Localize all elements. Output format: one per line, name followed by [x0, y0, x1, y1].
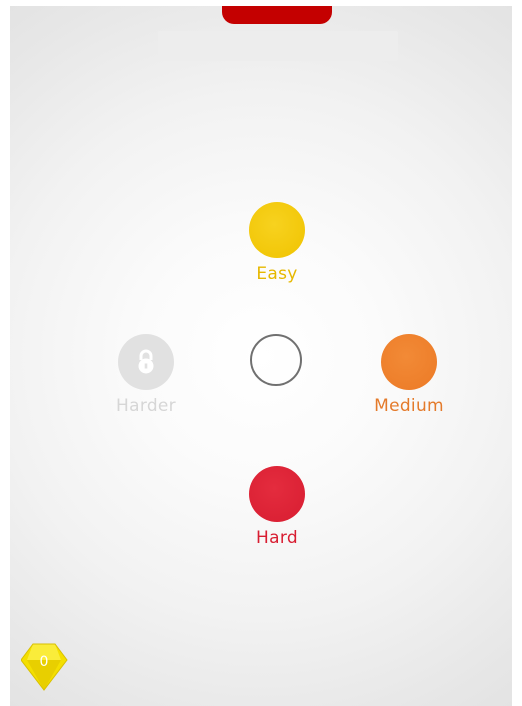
- harder-mode-label: Harder: [116, 396, 176, 416]
- medium-mode-label[interactable]: Medium: [349, 396, 469, 416]
- medium-mode-button[interactable]: [381, 334, 437, 390]
- top-tab[interactable]: [222, 6, 332, 24]
- gem-count: 0: [39, 654, 49, 670]
- game-screen: Easy Harder Medium Hard 0: [0, 0, 522, 706]
- center-selector-ring: [250, 334, 302, 386]
- top-bar: [158, 31, 398, 61]
- stage-background: Easy Harder Medium Hard: [10, 6, 512, 706]
- hard-mode-button[interactable]: [249, 466, 305, 522]
- lock-icon: [138, 349, 154, 374]
- gem-counter[interactable]: 0: [20, 642, 71, 692]
- hard-mode-label[interactable]: Hard: [217, 528, 337, 548]
- harder-mode-button[interactable]: [118, 334, 174, 390]
- easy-mode-label[interactable]: Easy: [217, 264, 337, 284]
- easy-mode-button[interactable]: [249, 202, 305, 258]
